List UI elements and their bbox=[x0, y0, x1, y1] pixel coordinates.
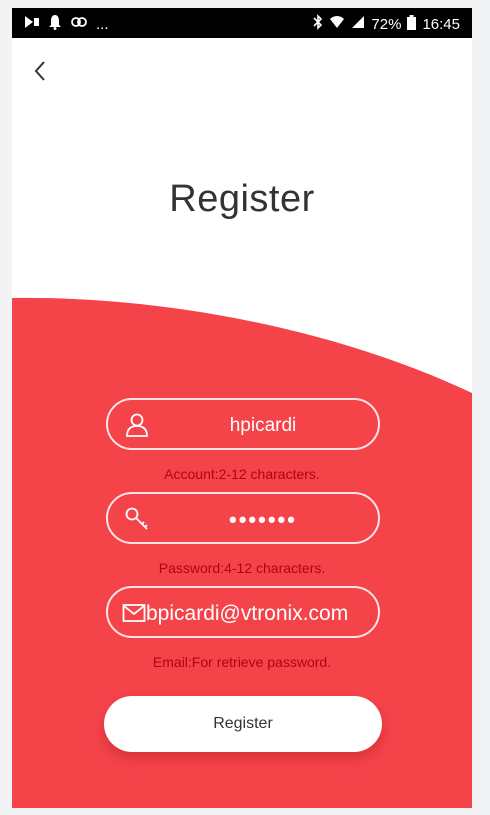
register-button[interactable]: Register bbox=[104, 696, 382, 752]
user-icon bbox=[124, 412, 150, 438]
bluetooth-icon bbox=[313, 14, 323, 35]
email-hint: Email:For retrieve password. bbox=[152, 654, 332, 670]
email-input[interactable] bbox=[144, 596, 380, 632]
link-icon bbox=[70, 15, 88, 34]
signal-icon bbox=[351, 15, 365, 34]
account-input[interactable] bbox=[154, 408, 372, 444]
battery-percent: 72% bbox=[371, 15, 402, 33]
cast-icon bbox=[24, 15, 40, 34]
page-title: Register bbox=[169, 178, 315, 220]
password-input[interactable] bbox=[154, 502, 372, 538]
password-hint: Password:4-12 characters. bbox=[158, 560, 326, 576]
phone-screen: ... 72% 16:45 Register hpicardi Account:… bbox=[12, 8, 472, 808]
back-button[interactable] bbox=[26, 54, 54, 88]
battery-icon bbox=[407, 14, 417, 35]
screen-frame: ... 72% 16:45 Register hpicardi Account:… bbox=[0, 0, 490, 815]
wifi-icon bbox=[329, 15, 345, 34]
status-right: 72% 16:45 bbox=[313, 14, 460, 35]
password-field[interactable] bbox=[106, 492, 380, 544]
email-field[interactable] bbox=[106, 586, 380, 638]
bell-icon bbox=[48, 14, 62, 35]
more-notifications: ... bbox=[96, 15, 109, 33]
account-hint: Account:2-12 characters. bbox=[164, 466, 320, 482]
account-field[interactable] bbox=[106, 398, 380, 450]
key-icon bbox=[124, 506, 150, 532]
status-bar: ... 72% 16:45 bbox=[12, 8, 472, 38]
status-left: ... bbox=[24, 14, 109, 35]
clock: 16:45 bbox=[422, 15, 460, 33]
chevron-left-icon bbox=[34, 61, 45, 81]
mail-icon bbox=[122, 602, 146, 624]
